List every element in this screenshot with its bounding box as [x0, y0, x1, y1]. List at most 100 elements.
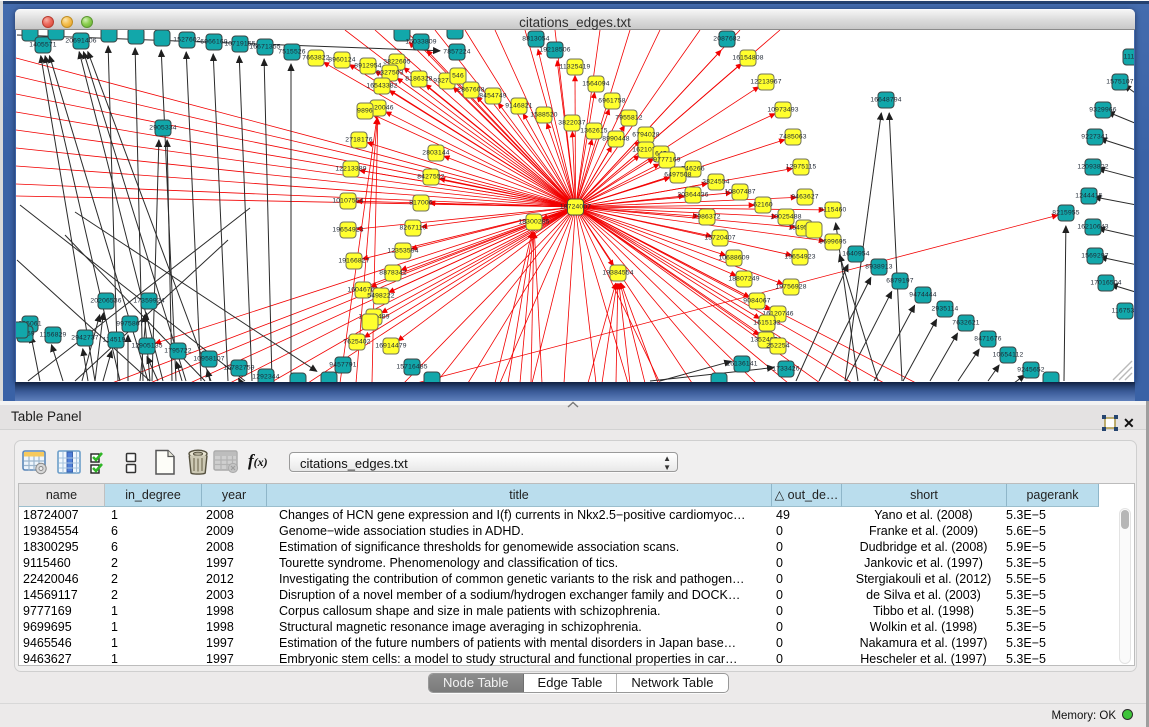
svg-text:8186328: 8186328 — [405, 76, 433, 83]
svg-text:16648794: 16648794 — [870, 97, 901, 104]
svg-text:817006: 817006 — [409, 200, 433, 207]
svg-text:10025488: 10025488 — [770, 214, 801, 221]
svg-text:19218506: 19218506 — [539, 47, 570, 54]
svg-text:16782759: 16782759 — [223, 365, 254, 372]
svg-text:1405571: 1405571 — [29, 42, 57, 49]
svg-text:18807249: 18807249 — [728, 276, 759, 283]
svg-text:12213389: 12213389 — [335, 166, 366, 173]
svg-text:8878342: 8878342 — [379, 270, 407, 277]
svg-text:1564094: 1564094 — [582, 81, 610, 88]
svg-text:8267110: 8267110 — [400, 225, 427, 232]
svg-text:7955812: 7955812 — [615, 115, 643, 122]
svg-text:8912954: 8912954 — [354, 63, 382, 70]
svg-text:9115460: 9115460 — [820, 207, 847, 214]
svg-text:1569297: 1569297 — [1081, 253, 1109, 260]
svg-text:10807487: 10807487 — [724, 189, 755, 196]
svg-text:18300295: 18300295 — [518, 219, 549, 226]
svg-text:16671355: 16671355 — [249, 44, 280, 51]
svg-text:10688609: 10688609 — [718, 255, 749, 262]
svg-text:9474444: 9474444 — [909, 292, 937, 299]
svg-text:2718176: 2718176 — [345, 137, 373, 144]
svg-text:7515526: 7515526 — [278, 49, 306, 56]
svg-text:1588520: 1588520 — [530, 112, 558, 119]
svg-text:9245652: 9245652 — [1017, 367, 1045, 374]
svg-text:1527602: 1527602 — [173, 37, 201, 44]
svg-text:8960124: 8960124 — [328, 57, 356, 64]
svg-text:1112: 1112 — [1124, 54, 1134, 61]
svg-text:7485063: 7485063 — [779, 134, 807, 141]
svg-text:7632621: 7632621 — [952, 320, 980, 327]
svg-text:1292344: 1292344 — [252, 374, 280, 381]
svg-text:1733426: 1733426 — [772, 366, 800, 373]
svg-text:1615132: 1615132 — [753, 320, 781, 327]
svg-text:2803144: 2803144 — [422, 150, 450, 157]
svg-text:2905334: 2905334 — [149, 125, 177, 132]
svg-text:7857224: 7857224 — [443, 49, 471, 56]
svg-text:16033809: 16033809 — [405, 39, 436, 46]
svg-text:9463627: 9463627 — [791, 194, 819, 201]
svg-text:7625402: 7625402 — [343, 339, 371, 346]
svg-text:6794028: 6794028 — [632, 132, 660, 139]
svg-text:1145194: 1145194 — [103, 337, 130, 344]
svg-text:9146821: 9146821 — [505, 103, 533, 110]
svg-text:16210643: 16210643 — [1077, 224, 1108, 231]
svg-text:2087682: 2087682 — [713, 36, 741, 43]
svg-text:8813054: 8813054 — [522, 36, 550, 43]
svg-text:20364436: 20364436 — [677, 192, 708, 199]
svg-text:20206536: 20206536 — [90, 298, 121, 305]
svg-text:8990448: 8990448 — [602, 136, 630, 143]
svg-text:9975867: 9975867 — [116, 321, 144, 328]
svg-text:3822037: 3822037 — [558, 120, 586, 127]
svg-text:7663822: 7663822 — [302, 55, 330, 62]
svg-text:12975115: 12975115 — [786, 164, 817, 171]
svg-text:9084067: 9084067 — [743, 298, 771, 305]
svg-text:19166827: 19166827 — [338, 258, 369, 265]
svg-text:1156829: 1156829 — [40, 332, 67, 339]
svg-text:17359924: 17359924 — [133, 298, 164, 305]
svg-text:15716485: 15716485 — [396, 364, 427, 371]
svg-text:8454749: 8454749 — [479, 93, 507, 100]
svg-text:10973493: 10973493 — [767, 107, 798, 114]
svg-text:6879197: 6879197 — [886, 278, 914, 285]
svg-text:8938913: 8938913 — [865, 264, 893, 271]
svg-text:10107554: 10107554 — [332, 198, 363, 205]
svg-text:17016504: 17016504 — [1090, 280, 1121, 287]
svg-text:6961758: 6961758 — [598, 98, 626, 105]
svg-text:1167533: 1167533 — [1112, 308, 1134, 315]
svg-text:1244415: 1244415 — [1075, 193, 1103, 200]
svg-text:62160: 62160 — [753, 202, 773, 209]
svg-text:9699695: 9699695 — [819, 239, 847, 246]
svg-text:16154808: 16154808 — [732, 55, 763, 62]
svg-text:12905135: 12905135 — [131, 343, 162, 350]
svg-text:8471676: 8471676 — [974, 336, 1002, 343]
svg-text:11325419: 11325419 — [560, 64, 591, 71]
svg-text:16543382: 16543382 — [366, 83, 397, 90]
svg-text:9329966: 9329966 — [1089, 107, 1117, 114]
svg-text:10958107: 10958107 — [193, 356, 224, 363]
svg-text:19756928: 19756928 — [775, 284, 806, 291]
svg-text:9227341: 9227341 — [1081, 134, 1109, 141]
svg-text:9327503: 9327503 — [376, 70, 404, 77]
svg-text:1362615: 1362615 — [580, 128, 608, 135]
svg-text:2935114: 2935114 — [932, 306, 959, 313]
svg-text:19654923: 19654923 — [332, 227, 363, 234]
svg-text:8215955: 8215955 — [1052, 210, 1080, 217]
svg-text:1575107: 1575107 — [1106, 79, 1134, 86]
svg-text:20691406: 20691406 — [65, 38, 96, 45]
svg-text:5498222: 5498222 — [367, 293, 395, 300]
svg-text:16136141: 16136141 — [726, 361, 757, 368]
svg-text:15720407: 15720407 — [704, 235, 735, 242]
svg-text:3824554: 3824554 — [702, 179, 730, 186]
svg-text:3822605: 3822605 — [383, 59, 411, 66]
svg-text:2942737: 2942737 — [71, 335, 99, 342]
svg-text:19654923: 19654923 — [784, 254, 815, 261]
svg-text:12093822: 12093822 — [1077, 164, 1108, 171]
svg-text:1640954: 1640954 — [842, 251, 870, 258]
svg-text:7986372: 7986372 — [693, 214, 721, 221]
svg-text:19384554: 19384554 — [602, 270, 633, 277]
svg-text:1795722: 1795722 — [164, 348, 192, 355]
svg-text:8427552: 8427552 — [417, 174, 445, 181]
svg-text:12213967: 12213967 — [750, 79, 781, 86]
svg-text:6497508: 6497508 — [664, 172, 692, 179]
svg-text:16914479: 16914479 — [375, 343, 406, 350]
